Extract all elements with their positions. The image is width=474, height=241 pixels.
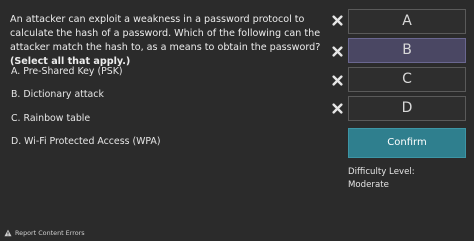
- option-b: B. Dictionary attack: [11, 89, 104, 100]
- option-a: A. Pre-Shared Key (PSK): [11, 66, 123, 77]
- quiz-panel: An attacker can exploit a weakness in a …: [0, 0, 474, 241]
- question-body: An attacker can exploit a weakness in a …: [10, 14, 321, 53]
- difficulty-label: Difficulty Level:: [348, 167, 415, 177]
- x-mark-icon[interactable]: [332, 15, 343, 26]
- answer-button-a[interactable]: A: [348, 9, 466, 34]
- x-mark-icon[interactable]: [332, 103, 343, 114]
- difficulty-value: Moderate: [348, 180, 389, 190]
- x-mark-icon[interactable]: [332, 46, 343, 57]
- x-mark-icon[interactable]: [332, 75, 343, 86]
- option-c: C. Rainbow table: [11, 113, 91, 124]
- warning-icon: [4, 229, 12, 237]
- report-content-errors-link[interactable]: Report Content Errors: [4, 229, 85, 237]
- answer-button-c[interactable]: C: [348, 67, 466, 92]
- difficulty-info: Difficulty Level: Moderate: [348, 166, 415, 192]
- option-d: D. Wi-Fi Protected Access (WPA): [11, 136, 161, 147]
- confirm-button[interactable]: Confirm: [348, 128, 466, 158]
- report-label: Report Content Errors: [15, 229, 85, 237]
- answer-button-d[interactable]: D: [348, 96, 466, 121]
- answer-button-b[interactable]: B: [348, 38, 466, 63]
- question-text: An attacker can exploit a weakness in a …: [10, 13, 330, 69]
